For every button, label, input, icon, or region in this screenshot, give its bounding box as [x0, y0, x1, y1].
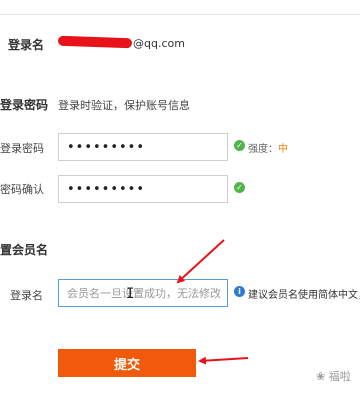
annotation-arrow	[176, 239, 225, 284]
annotation-arrow	[198, 356, 249, 365]
annotation-layer	[176, 239, 249, 365]
